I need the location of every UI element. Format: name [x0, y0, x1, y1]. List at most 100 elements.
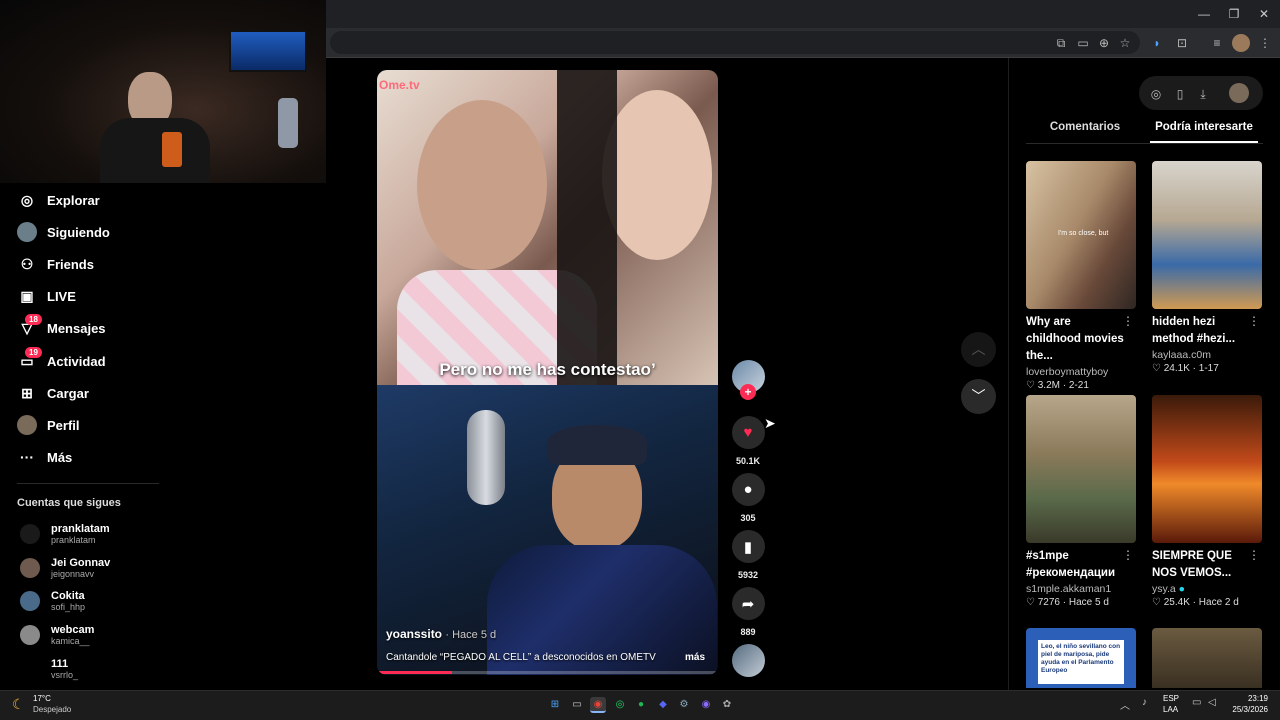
username-text[interactable]: ysy.a — [1152, 583, 1176, 595]
share-arrow-icon[interactable]: ➦ — [731, 587, 765, 620]
followed-account[interactable]: Cokita sofi_hhp — [20, 586, 85, 616]
recommended-video-card[interactable]: I'm so close, but Why are childhood movi… — [1026, 161, 1136, 391]
card-more-icon[interactable]: ⋮ — [1122, 314, 1134, 328]
followed-account[interactable]: Jei Gonnav jeigonnavv — [20, 553, 110, 583]
followed-account[interactable]: 111 vsrrlo_ — [20, 654, 78, 684]
recommended-video-card[interactable]: #s1mpe #рекомендации ⋮ s1mple.akkaman1 ♡ … — [1026, 395, 1136, 608]
volume-icon[interactable]: ◁ — [1208, 697, 1216, 708]
task-view-icon[interactable]: ▭ — [569, 697, 585, 713]
microphone-icon[interactable]: ♪ — [1142, 697, 1147, 708]
video-progress-track[interactable] — [377, 671, 718, 674]
steam-icon[interactable]: ⚙ — [676, 697, 692, 713]
avatar — [20, 524, 40, 544]
next-video-button[interactable]: ﹀ — [961, 379, 996, 414]
following-section-title: Cuentas que sigues — [17, 497, 121, 509]
nav-explorar[interactable]: ◎ Explorar — [17, 188, 100, 212]
video-thumbnail[interactable] — [1152, 628, 1262, 688]
download-icon[interactable]: ⤓ — [1194, 85, 1212, 103]
caption-more-link[interactable]: más — [685, 652, 705, 663]
save-button[interactable]: ▮ 5932 — [730, 530, 766, 580]
app-icon[interactable]: ◉ — [698, 697, 714, 713]
cast-icon[interactable]: ▭ — [1074, 34, 1092, 52]
maximize-button[interactable]: ❐ — [1225, 5, 1243, 23]
nav-friends[interactable]: ⚇ Friends — [17, 252, 94, 276]
previous-video-button[interactable]: ︿ — [961, 332, 996, 367]
translate-icon[interactable]: ⧉ — [1052, 34, 1070, 52]
tabs-divider — [1026, 143, 1263, 144]
video-thumbnail[interactable] — [1026, 395, 1136, 543]
caption-text: Cantandole “PEGADO AL CELL” a desconocid… — [386, 652, 656, 663]
followed-account[interactable]: webcam kamica__ — [20, 620, 94, 650]
video-author[interactable]: yoanssito · Hace 5 d — [386, 627, 496, 641]
card-username[interactable]: s1mple.akkaman1 — [1026, 583, 1136, 595]
nav-actividad[interactable]: ▭ 19 Actividad — [17, 347, 106, 373]
weather-desc[interactable]: Despejado — [33, 705, 71, 714]
recommended-video-card[interactable]: hidden hezi method #hezi... ⋮ kaylaaa.c0m… — [1152, 161, 1262, 374]
whatsapp-icon[interactable]: ◎ — [612, 697, 628, 713]
address-bar[interactable] — [330, 31, 1140, 54]
bookmark-icon[interactable]: ▮ — [731, 530, 765, 563]
nav-mensajes[interactable]: ▽ 18 Mensajes — [17, 314, 106, 340]
like-button[interactable]: ♥ 50.1K — [730, 416, 766, 466]
phone-icon[interactable]: ▯ — [1171, 85, 1189, 103]
card-title[interactable]: hidden hezi method #hezi... — [1152, 314, 1252, 348]
card-title[interactable]: #s1mpe #рекомендации — [1026, 548, 1126, 582]
card-more-icon[interactable]: ⋮ — [1248, 548, 1260, 562]
network-icon[interactable]: ▭ — [1192, 697, 1201, 708]
card-title[interactable]: SIEMPRE QUE NOS VEMOS... — [1152, 548, 1252, 582]
user-avatar[interactable] — [1229, 83, 1249, 103]
comment-button[interactable]: ● 305 — [730, 473, 766, 523]
recommended-video-card[interactable]: SIEMPRE QUE NOS VEMOS... ⋮ ysy.a ● ♡ 25.4… — [1152, 395, 1262, 608]
video-thumbnail[interactable]: I'm so close, but — [1026, 161, 1136, 309]
extensions-puzzle-icon[interactable]: ⊡ — [1173, 34, 1191, 52]
tray-chevron-icon[interactable]: ︿ — [1120, 697, 1130, 712]
nav-cargar[interactable]: ⊞ Cargar — [17, 381, 89, 405]
reading-list-icon[interactable]: ≡ — [1208, 34, 1226, 52]
spotify-icon[interactable]: ● — [633, 697, 649, 713]
share-button[interactable]: ➦ 889 — [730, 587, 766, 637]
music-disc-button[interactable] — [730, 644, 766, 677]
tab-podria-interesarte[interactable]: Podría interesarte — [1150, 121, 1258, 133]
zoom-icon[interactable]: ⊕ — [1095, 34, 1113, 52]
language-bottom[interactable]: LAA — [1163, 705, 1178, 714]
creator-avatar-button[interactable]: + — [730, 360, 766, 400]
card-title[interactable]: Why are childhood movies the... — [1026, 314, 1126, 365]
browser-profile-avatar[interactable] — [1232, 34, 1250, 52]
card-username[interactable]: kaylaaa.c0m — [1152, 349, 1262, 361]
followed-account[interactable]: pranklatam pranklatam — [20, 519, 110, 549]
chrome-taskbar-icon[interactable]: ◉ — [590, 697, 606, 713]
video-thumbnail[interactable] — [1152, 395, 1262, 543]
minimize-button[interactable]: — — [1195, 5, 1213, 23]
close-window-button[interactable]: ✕ — [1255, 5, 1273, 23]
heart-icon[interactable]: ♥ — [731, 416, 765, 449]
account-handle: sofi_hhp — [51, 601, 86, 612]
card-username[interactable]: loverboymattyboy — [1026, 366, 1136, 378]
card-more-icon[interactable]: ⋮ — [1248, 314, 1260, 328]
tab-comentarios[interactable]: Comentarios — [1028, 121, 1142, 133]
video-thumbnail[interactable] — [1152, 161, 1262, 309]
nav-live[interactable]: ▣ LIVE — [17, 284, 76, 308]
app-icon-2[interactable]: ✿ — [719, 697, 735, 713]
nav-perfil[interactable]: Perfil — [17, 413, 80, 437]
card-username[interactable]: ysy.a ● — [1152, 583, 1262, 595]
music-disc-icon[interactable] — [731, 644, 765, 677]
follow-plus-icon[interactable]: + — [740, 384, 756, 400]
comment-bubble-icon[interactable]: ● — [731, 473, 765, 506]
video-thumbnail[interactable]: Leo, el niño sevillano con piel de marip… — [1026, 628, 1136, 688]
extension-audio-icon[interactable]: ◗ — [1148, 34, 1166, 52]
windows-start-icon[interactable]: ⊞ — [547, 697, 563, 713]
card-more-icon[interactable]: ⋮ — [1122, 548, 1134, 562]
browser-menu-icon[interactable]: ⋮ — [1256, 34, 1274, 52]
compass-small-icon[interactable]: ◎ — [1147, 85, 1165, 103]
nav-label: Siguiendo — [47, 224, 110, 240]
clock-date[interactable]: 25/3/2026 — [1222, 705, 1268, 714]
video-player[interactable]: Ome.tv Pero no me has contestao’ yoanssi… — [377, 70, 718, 675]
clock-time[interactable]: 23:19 — [1226, 694, 1268, 703]
language-top[interactable]: ESP — [1163, 694, 1179, 703]
weather-temp[interactable]: 17°C — [33, 694, 51, 703]
discord-icon[interactable]: ◆ — [655, 697, 671, 713]
nav-siguiendo[interactable]: Siguiendo — [17, 220, 110, 244]
nav-mas[interactable]: ··· Más — [17, 445, 72, 469]
bookmark-star-icon[interactable]: ☆ — [1116, 34, 1134, 52]
author-name[interactable]: yoanssito — [386, 627, 442, 641]
